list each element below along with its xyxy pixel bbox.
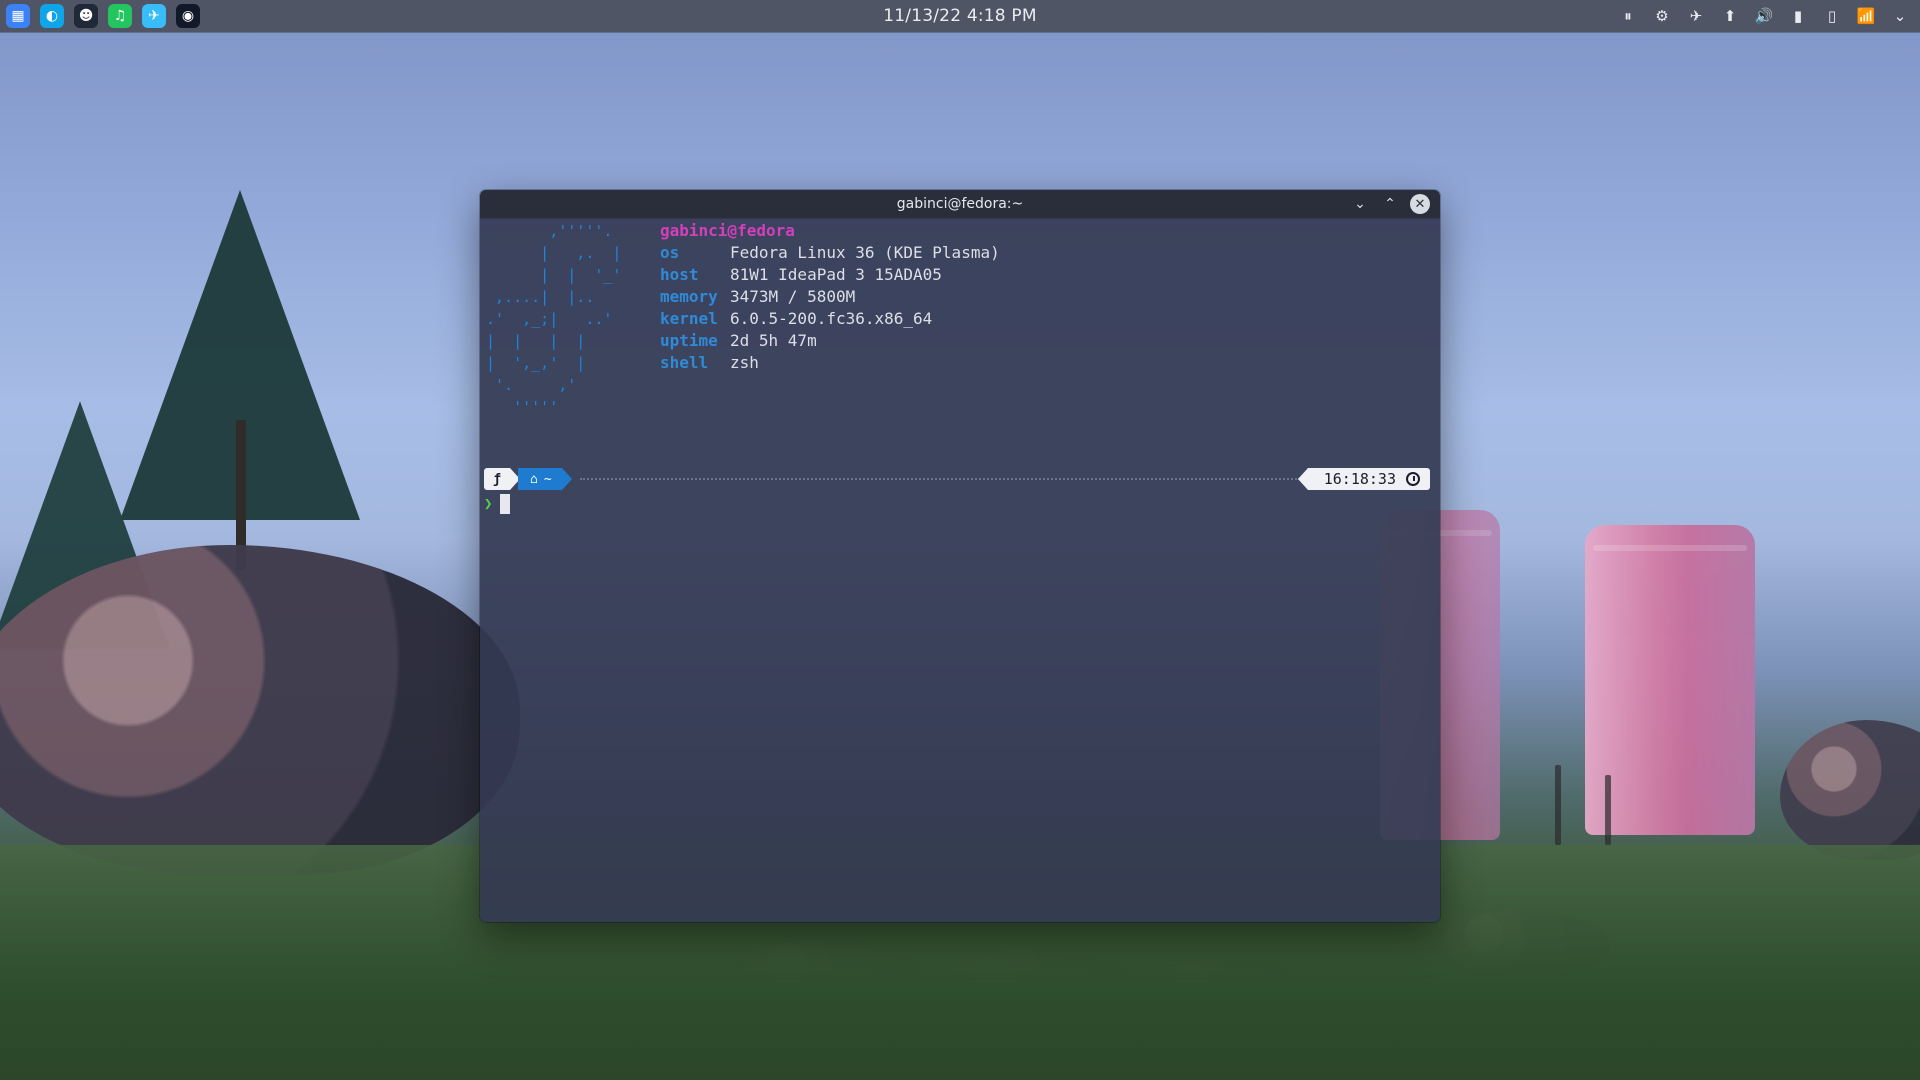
info-key: os (660, 243, 680, 262)
minimize-button[interactable]: ⌄ (1350, 194, 1370, 214)
info-row-memory: memory 3473M / 5800M (660, 286, 1000, 308)
info-value: 6.0.5-200.fc36.x86_64 (730, 309, 933, 328)
info-value: 3473M / 5800M (730, 287, 856, 306)
prompt-filler (580, 478, 1300, 480)
info-row-os: os Fedora Linux 36 (KDE Plasma) (660, 242, 1000, 264)
info-row-uptime: uptime 2d 5h 47m (660, 330, 1000, 352)
close-button[interactable]: ✕ (1410, 194, 1430, 214)
system-tray: ⏸ ⚙ ✈ ⬆ 🔊 ▮ ▯ 📶 ⌄ (1618, 6, 1910, 26)
prompt-dir: ~ (543, 471, 552, 487)
command-line[interactable]: ❯ (484, 492, 511, 516)
top-panel: ▦ ◐ ☻ ♫ ✈ ◉ 11/13/22 4:18 PM ⏸ ⚙ ✈ ⬆ 🔊 ▮ ▯ 📶 ⌄ (0, 0, 1920, 32)
prompt-dir-segment: ⌂ ~ (518, 468, 572, 490)
info-value: Fedora Linux 36 (KDE Plasma) (730, 243, 1000, 262)
info-value: 2d 5h 47m (730, 331, 817, 350)
prompt-line: ƒ ⌂ ~ 16:18:33 (480, 468, 1440, 490)
media-pause-icon[interactable]: ⏸ (1618, 6, 1638, 26)
steam-icon[interactable]: ⚙ (1652, 6, 1672, 26)
window-title: gabinci@fedora:~ (896, 196, 1024, 212)
fedora-ascii-logo: ,'''''. | ,. | | | '_' ,....| |.. .' ,_;… (486, 222, 622, 416)
prompt-time: 16:18:33 (1323, 470, 1396, 488)
system-info: gabinci@fedora os Fedora Linux 36 (KDE P… (660, 220, 1000, 374)
battery-icon[interactable]: ▮ (1788, 6, 1808, 26)
info-key: kernel (660, 309, 718, 328)
maximize-button[interactable]: ⌃ (1380, 194, 1400, 214)
info-value: zsh (730, 353, 759, 372)
info-row-host: host 81W1 IdeaPad 3 15ADA05 (660, 264, 1000, 286)
info-value: 81W1 IdeaPad 3 15ADA05 (730, 265, 942, 284)
terminal-body[interactable]: ,'''''. | ,. | | | '_' ,....| |.. .' ,_;… (480, 218, 1440, 922)
wallpaper-fence-post (1555, 765, 1561, 845)
info-key: shell (660, 353, 709, 372)
terminal-cursor[interactable] (500, 494, 511, 514)
wifi-icon[interactable]: 📶 (1856, 6, 1876, 26)
volume-icon[interactable]: 🔊 (1754, 6, 1774, 26)
prompt-time-segment: 16:18:33 (1297, 468, 1430, 490)
info-row-shell: shell zsh (660, 352, 1000, 374)
info-key: uptime (660, 331, 718, 350)
fedora-icon: ƒ (484, 468, 520, 490)
clock-icon (1406, 472, 1420, 486)
terminal-window: gabinci@fedora:~ ⌄ ⌃ ✕ ,'''''. | ,. | | … (480, 190, 1440, 922)
device-icon[interactable]: ▯ (1822, 6, 1842, 26)
updates-icon[interactable]: ⬆ (1720, 6, 1740, 26)
wallpaper-fence-post (1605, 775, 1611, 845)
info-row-kernel: kernel 6.0.5-200.fc36.x86_64 (660, 308, 1000, 330)
prompt-caret: ❯ (484, 496, 493, 512)
telegram-tray-icon[interactable]: ✈ (1686, 6, 1706, 26)
wallpaper-rock (0, 545, 520, 875)
wallpaper-rock (1780, 720, 1920, 860)
user-host: gabinci@fedora (660, 221, 795, 240)
tray-expand-icon[interactable]: ⌄ (1890, 6, 1910, 26)
window-titlebar[interactable]: gabinci@fedora:~ ⌄ ⌃ ✕ (480, 190, 1440, 219)
info-key: host (660, 265, 699, 284)
home-icon: ⌂ (530, 471, 538, 487)
window-controls: ⌄ ⌃ ✕ (1350, 194, 1430, 214)
info-key: memory (660, 287, 718, 306)
